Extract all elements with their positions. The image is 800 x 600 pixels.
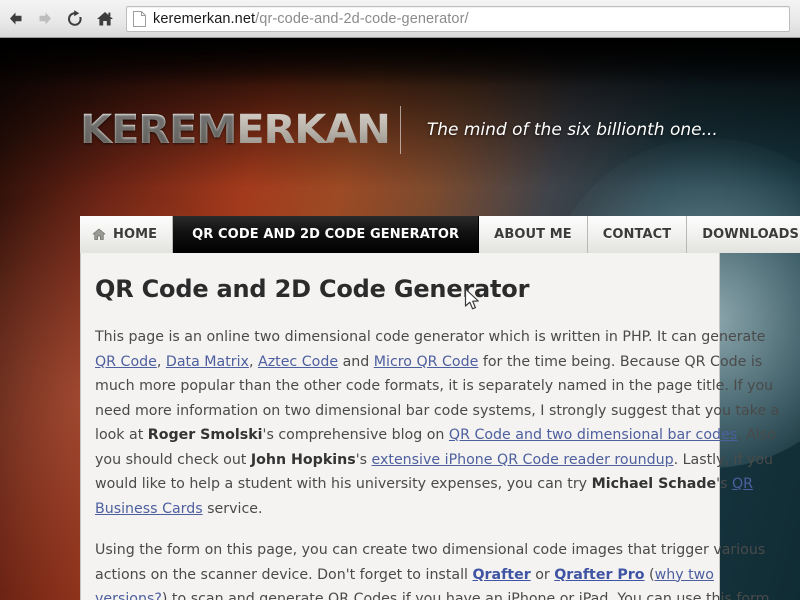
- reload-button[interactable]: [60, 4, 90, 34]
- nav-item-downloads[interactable]: DOWNLOADS: [687, 216, 800, 253]
- link-qr-code[interactable]: QR Code: [95, 354, 157, 370]
- nav-item-label: QR CODE AND 2D CODE GENERATOR: [192, 227, 460, 242]
- browser-toolbar: keremerkan.net/qr-code-and-2d-code-gener…: [0, 0, 800, 38]
- text-segment: 's: [355, 451, 372, 468]
- content-panel: QR Code and 2D Code Generator This page …: [80, 253, 779, 600]
- home-icon: [97, 11, 113, 25]
- text-segment: and: [338, 353, 374, 370]
- nav-item-label: HOME: [113, 227, 158, 242]
- text-segment: This page is an online two dimensional c…: [95, 329, 766, 345]
- reload-icon: [67, 9, 82, 26]
- nav-item-about-me[interactable]: ABOUT ME: [479, 216, 588, 253]
- link-qrafter-pro[interactable]: Qrafter Pro: [554, 567, 644, 583]
- back-button[interactable]: [0, 4, 30, 34]
- logo-first-word: KEREM: [80, 107, 238, 153]
- main-navigation: HOME QR CODE AND 2D CODE GENERATOR ABOUT…: [80, 216, 800, 260]
- text-segment: 's: [716, 476, 732, 492]
- page-document-icon: [133, 10, 146, 27]
- text-segment: service.: [202, 500, 263, 517]
- url-path: /qr-code-and-2d-code-generator/: [255, 10, 469, 27]
- site-logo[interactable]: KEREMERKAN: [80, 107, 391, 153]
- arrow-right-icon: [39, 12, 51, 25]
- logo-second-word: ERKAN: [236, 107, 391, 153]
- address-bar[interactable]: keremerkan.net/qr-code-and-2d-code-gener…: [126, 5, 790, 32]
- forward-button[interactable]: [30, 4, 60, 34]
- link-iphone-reader-roundup[interactable]: extensive iPhone QR Code reader roundup: [372, 452, 674, 468]
- nav-item-label: CONTACT: [602, 227, 672, 242]
- text-segment: (: [644, 566, 655, 583]
- paragraph-intro: This page is an online two dimensional c…: [95, 325, 785, 521]
- text-segment: ,: [156, 353, 166, 370]
- link-qr-code-blog[interactable]: QR Code and two dimensional bar codes: [449, 427, 737, 443]
- url-text: keremerkan.net/qr-code-and-2d-code-gener…: [153, 11, 469, 27]
- text-segment: 's comprehensive blog on: [262, 427, 449, 443]
- site-tagline: The mind of the six billionth one...: [426, 120, 718, 140]
- nav-item-label: ABOUT ME: [494, 227, 572, 242]
- nav-item-qr-code-generator[interactable]: QR CODE AND 2D CODE GENERATOR: [173, 216, 480, 260]
- bold-michael-schade: Michael Schade: [591, 476, 717, 492]
- site-header: KEREMERKAN The mind of the six billionth…: [80, 90, 800, 170]
- url-host: keremerkan.net: [153, 10, 256, 27]
- link-micro-qr-code[interactable]: Micro QR Code: [374, 354, 479, 370]
- page-title: QR Code and 2D Code Generator: [95, 275, 530, 303]
- link-aztec-code[interactable]: Aztec Code: [258, 354, 338, 370]
- nav-item-contact[interactable]: CONTACT: [587, 216, 688, 253]
- nav-item-home[interactable]: HOME: [80, 216, 174, 253]
- nav-item-label: DOWNLOADS: [702, 227, 799, 242]
- text-segment: ,: [248, 353, 258, 370]
- bold-john-hopkins: John Hopkins: [250, 451, 356, 468]
- logo-divider: [399, 106, 401, 154]
- text-segment: or: [530, 566, 555, 583]
- link-qrafter[interactable]: Qrafter: [472, 567, 530, 583]
- home-icon: [92, 228, 106, 240]
- paragraph-form-usage: Using the form on this page, you can cre…: [95, 538, 785, 600]
- background-top-shade: [0, 38, 800, 86]
- text-segment: ) to scan and generate QR Codes if you h…: [161, 591, 770, 600]
- bold-roger-smolski: Roger Smolski: [147, 427, 263, 443]
- arrow-left-icon: [9, 12, 21, 25]
- link-data-matrix[interactable]: Data Matrix: [166, 354, 249, 370]
- page-viewport: KEREMERKAN The mind of the six billionth…: [0, 38, 800, 600]
- home-button[interactable]: [90, 4, 120, 34]
